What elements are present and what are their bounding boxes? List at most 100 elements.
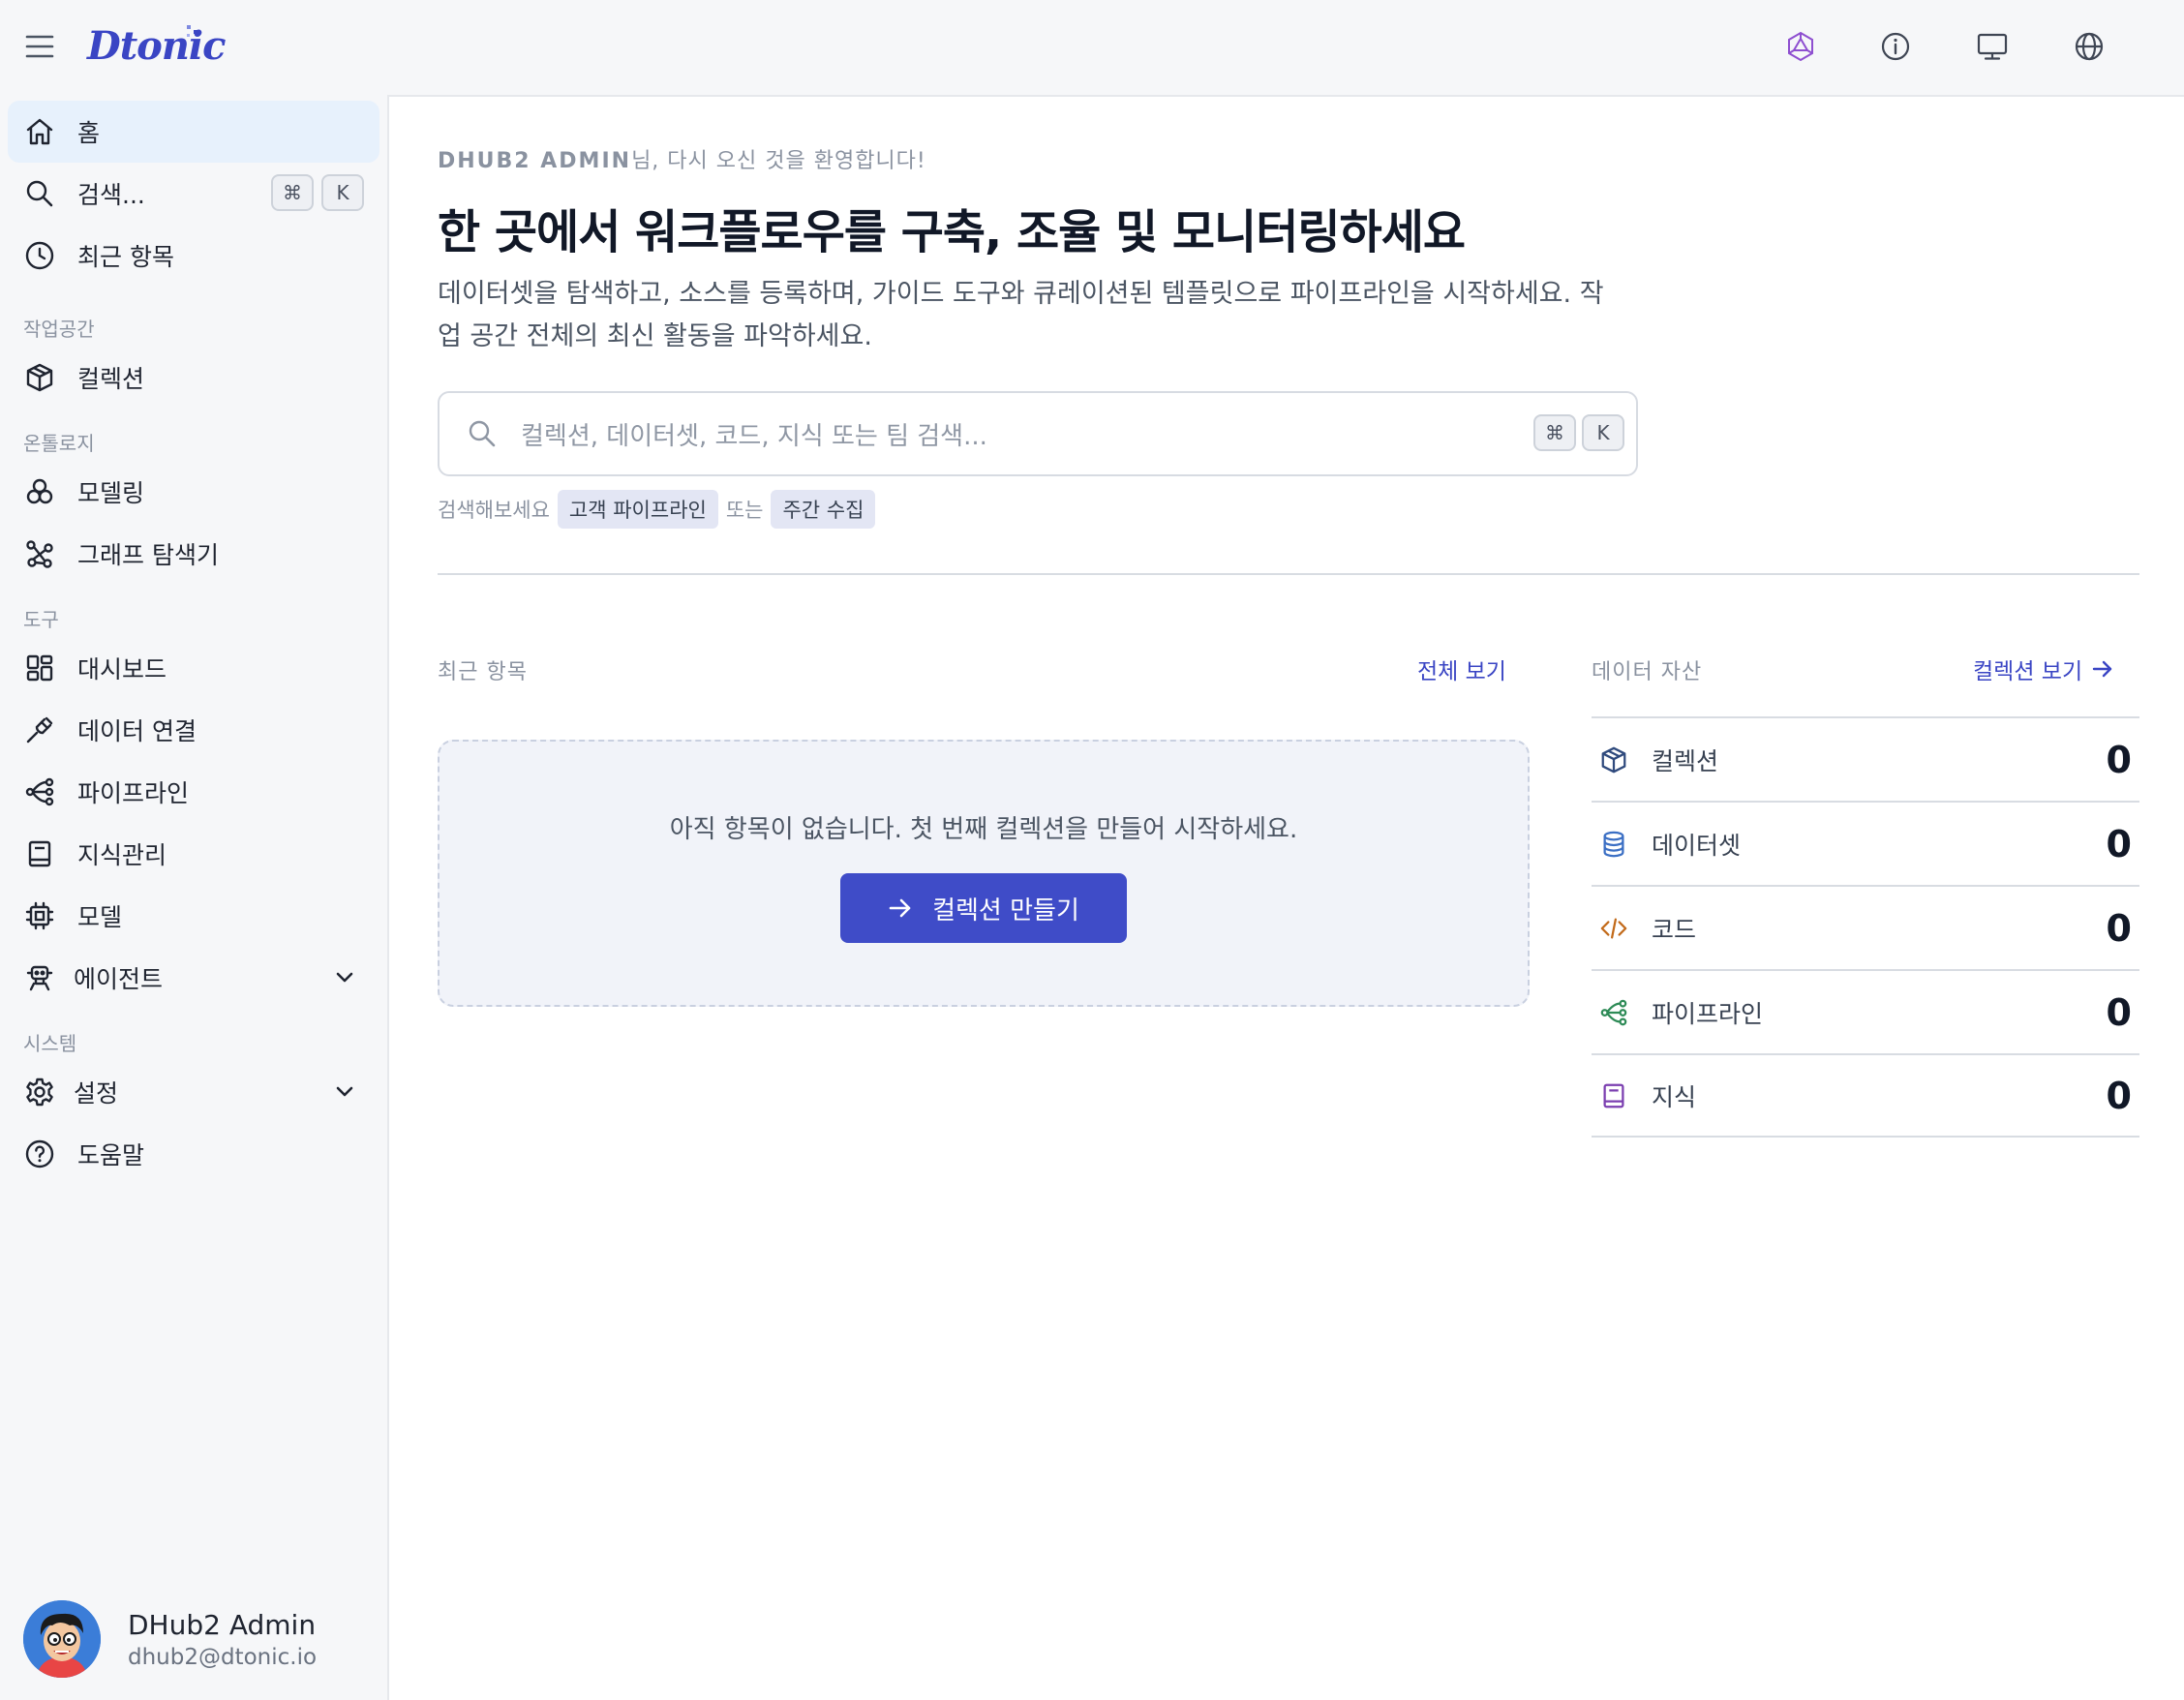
avatar: [23, 1600, 101, 1678]
data-assets-title: 데이터 자산: [1592, 660, 1703, 684]
global-search-input[interactable]: 컬렉션, 데이터셋, 코드, 지식 또는 팀 검색... ⌘ K: [438, 391, 1638, 476]
asset-count: 0: [2106, 822, 2132, 865]
kbd-k: K: [1582, 414, 1624, 451]
arrow-right-icon: [2092, 660, 2112, 678]
cube-icon: [1601, 746, 1626, 773]
sidebar-item-search[interactable]: 검색... ⌘ K: [8, 163, 379, 225]
suggestion-prefix: 검색해보세요: [438, 499, 550, 522]
share-nodes-icon: [1600, 999, 1627, 1025]
asset-row-pipelines[interactable]: 파이프라인 0: [1592, 969, 2139, 1053]
asset-row-datasets[interactable]: 데이터셋 0: [1592, 801, 2139, 885]
asset-count: 0: [2106, 990, 2132, 1034]
book-icon: [23, 837, 56, 870]
search-suggestions: 검색해보세요 고객 파이프라인 또는 주간 수집: [438, 490, 883, 529]
cube-icon: [23, 361, 56, 394]
sidebar-item-label: 지식관리: [77, 841, 167, 869]
dtonic-logo[interactable]: Dtonic: [87, 23, 226, 72]
suggestion-chip-customer-pipeline[interactable]: 고객 파이프라인: [557, 490, 718, 529]
search-icon: [469, 420, 496, 447]
page-title: 한 곳에서 워크플로우를 구축, 조율 및 모니터링하세요: [438, 205, 1466, 259]
section-label-system: 시스템: [23, 1032, 77, 1055]
sidebar-item-dashboard[interactable]: 대시보드: [8, 637, 379, 699]
sidebar-item-home[interactable]: 홈: [8, 101, 379, 163]
dashboard-icon: [23, 652, 56, 684]
sidebar-item-label: 컬렉션: [77, 365, 145, 393]
asset-row-knowledge[interactable]: 지식 0: [1592, 1053, 2139, 1138]
sidebar: 홈 검색... ⌘ K 최근 항목 작업공간 컬렉션 온톨로지 모델링 그래프 …: [0, 95, 387, 1700]
sidebar-item-label: 대시보드: [77, 655, 167, 683]
modeling-icon: [23, 475, 56, 508]
search-shortcut: ⌘ K: [1533, 414, 1624, 451]
asset-row-collections[interactable]: 컬렉션 0: [1592, 716, 2139, 801]
sidebar-item-pipeline[interactable]: 파이프라인: [8, 761, 379, 823]
asset-row-code[interactable]: 코드 0: [1592, 885, 2139, 969]
user-name: DHub2 Admin: [128, 1608, 317, 1641]
sidebar-item-help[interactable]: 도움말: [8, 1123, 379, 1185]
sidebar-item-label: 검색...: [77, 181, 145, 209]
asset-name: 코드: [1652, 915, 1697, 944]
monitor-icon[interactable]: [1973, 27, 2012, 66]
asset-count: 0: [2106, 1074, 2132, 1117]
view-all-link[interactable]: 전체 보기: [1417, 653, 1506, 685]
welcome-message: DHUB2 ADMIN님, 다시 오신 것을 환영합니다!: [438, 143, 926, 174]
asset-name: 지식: [1652, 1082, 1697, 1111]
sidebar-item-data-connection[interactable]: 데이터 연결: [8, 699, 379, 761]
kbd-cmd: ⌘: [271, 174, 314, 211]
plug-icon: [23, 713, 56, 746]
sidebar-item-label: 도움말: [77, 1141, 145, 1169]
logo-text: Dtonic: [87, 23, 226, 69]
sidebar-item-recent[interactable]: 최근 항목: [8, 225, 379, 287]
create-collection-button[interactable]: 컬렉션 만들기: [840, 873, 1127, 943]
sidebar-item-agent[interactable]: 에이전트: [8, 947, 379, 1009]
database-icon: [1603, 831, 1624, 857]
sidebar-item-graph-explorer[interactable]: 그래프 탐색기: [8, 523, 379, 585]
sidebar-item-label: 그래프 탐색기: [77, 541, 219, 569]
asset-count: 0: [2106, 906, 2132, 950]
asset-name: 파이프라인: [1652, 999, 1764, 1028]
suggestion-chip-weekly-ingest[interactable]: 주간 수집: [771, 490, 876, 529]
chip-icon: [23, 899, 56, 932]
asset-name: 데이터셋: [1652, 831, 1742, 860]
search-shortcut: ⌘ K: [271, 174, 364, 211]
user-email: dhub2@dtonic.io: [128, 1644, 318, 1670]
gear-icon: [23, 1076, 56, 1108]
suggestion-or: 또는: [725, 499, 764, 522]
asset-count: 0: [2106, 738, 2132, 781]
view-collections-link[interactable]: 컬렉션 보기: [1973, 653, 2113, 685]
menu-icon[interactable]: [25, 33, 54, 60]
info-icon[interactable]: [1876, 27, 1915, 66]
globe-icon[interactable]: [2070, 27, 2108, 66]
user-profile[interactable]: DHub2 Admin dhub2@dtonic.io: [23, 1599, 372, 1679]
home-icon: [23, 115, 56, 148]
search-placeholder: 컬렉션, 데이터셋, 코드, 지식 또는 팀 검색...: [521, 421, 987, 451]
view-collections-label: 컬렉션 보기: [1973, 659, 2083, 684]
sidebar-item-knowledge[interactable]: 지식관리: [8, 823, 379, 885]
page-description: 데이터셋을 탐색하고, 소스를 등록하며, 가이드 도구와 큐레이션된 템플릿으…: [438, 279, 1604, 351]
kbd-k: K: [321, 174, 364, 211]
sidebar-item-label: 파이프라인: [77, 779, 190, 807]
arrow-right-icon: [889, 898, 911, 918]
recent-section-title: 최근 항목: [438, 660, 528, 684]
sidebar-item-label: 모델: [77, 903, 123, 931]
sidebar-item-label: 홈: [77, 119, 101, 147]
main-content: DHUB2 ADMIN님, 다시 오신 것을 환영합니다! 한 곳에서 워크플로…: [387, 95, 2184, 1700]
sidebar-item-label: 최근 항목: [77, 243, 174, 271]
create-collection-label: 컬렉션 만들기: [932, 896, 1079, 926]
section-label-workspace: 작업공간: [23, 318, 95, 341]
sidebar-item-modeling[interactable]: 모델링: [8, 461, 379, 523]
logo-sparkle-icon: [187, 25, 197, 37]
top-bar: Dtonic: [0, 0, 2184, 95]
kbd-cmd: ⌘: [1533, 414, 1576, 451]
chevron-down-icon[interactable]: [333, 966, 356, 989]
sidebar-item-collections[interactable]: 컬렉션: [8, 347, 379, 409]
sidebar-item-model[interactable]: 모델: [8, 885, 379, 947]
book-icon: [1603, 1083, 1624, 1108]
sidebar-item-settings[interactable]: 설정: [8, 1061, 379, 1123]
sidebar-item-label: 모델링: [77, 479, 145, 507]
ai-model-icon[interactable]: [1781, 27, 1820, 66]
welcome-user-name: DHUB2 ADMIN: [438, 149, 632, 173]
chevron-down-icon[interactable]: [333, 1080, 356, 1104]
robot-icon: [23, 961, 56, 994]
sidebar-item-label: 에이전트: [74, 965, 164, 993]
welcome-text: 님, 다시 오신 것을 환영합니다!: [631, 149, 926, 173]
